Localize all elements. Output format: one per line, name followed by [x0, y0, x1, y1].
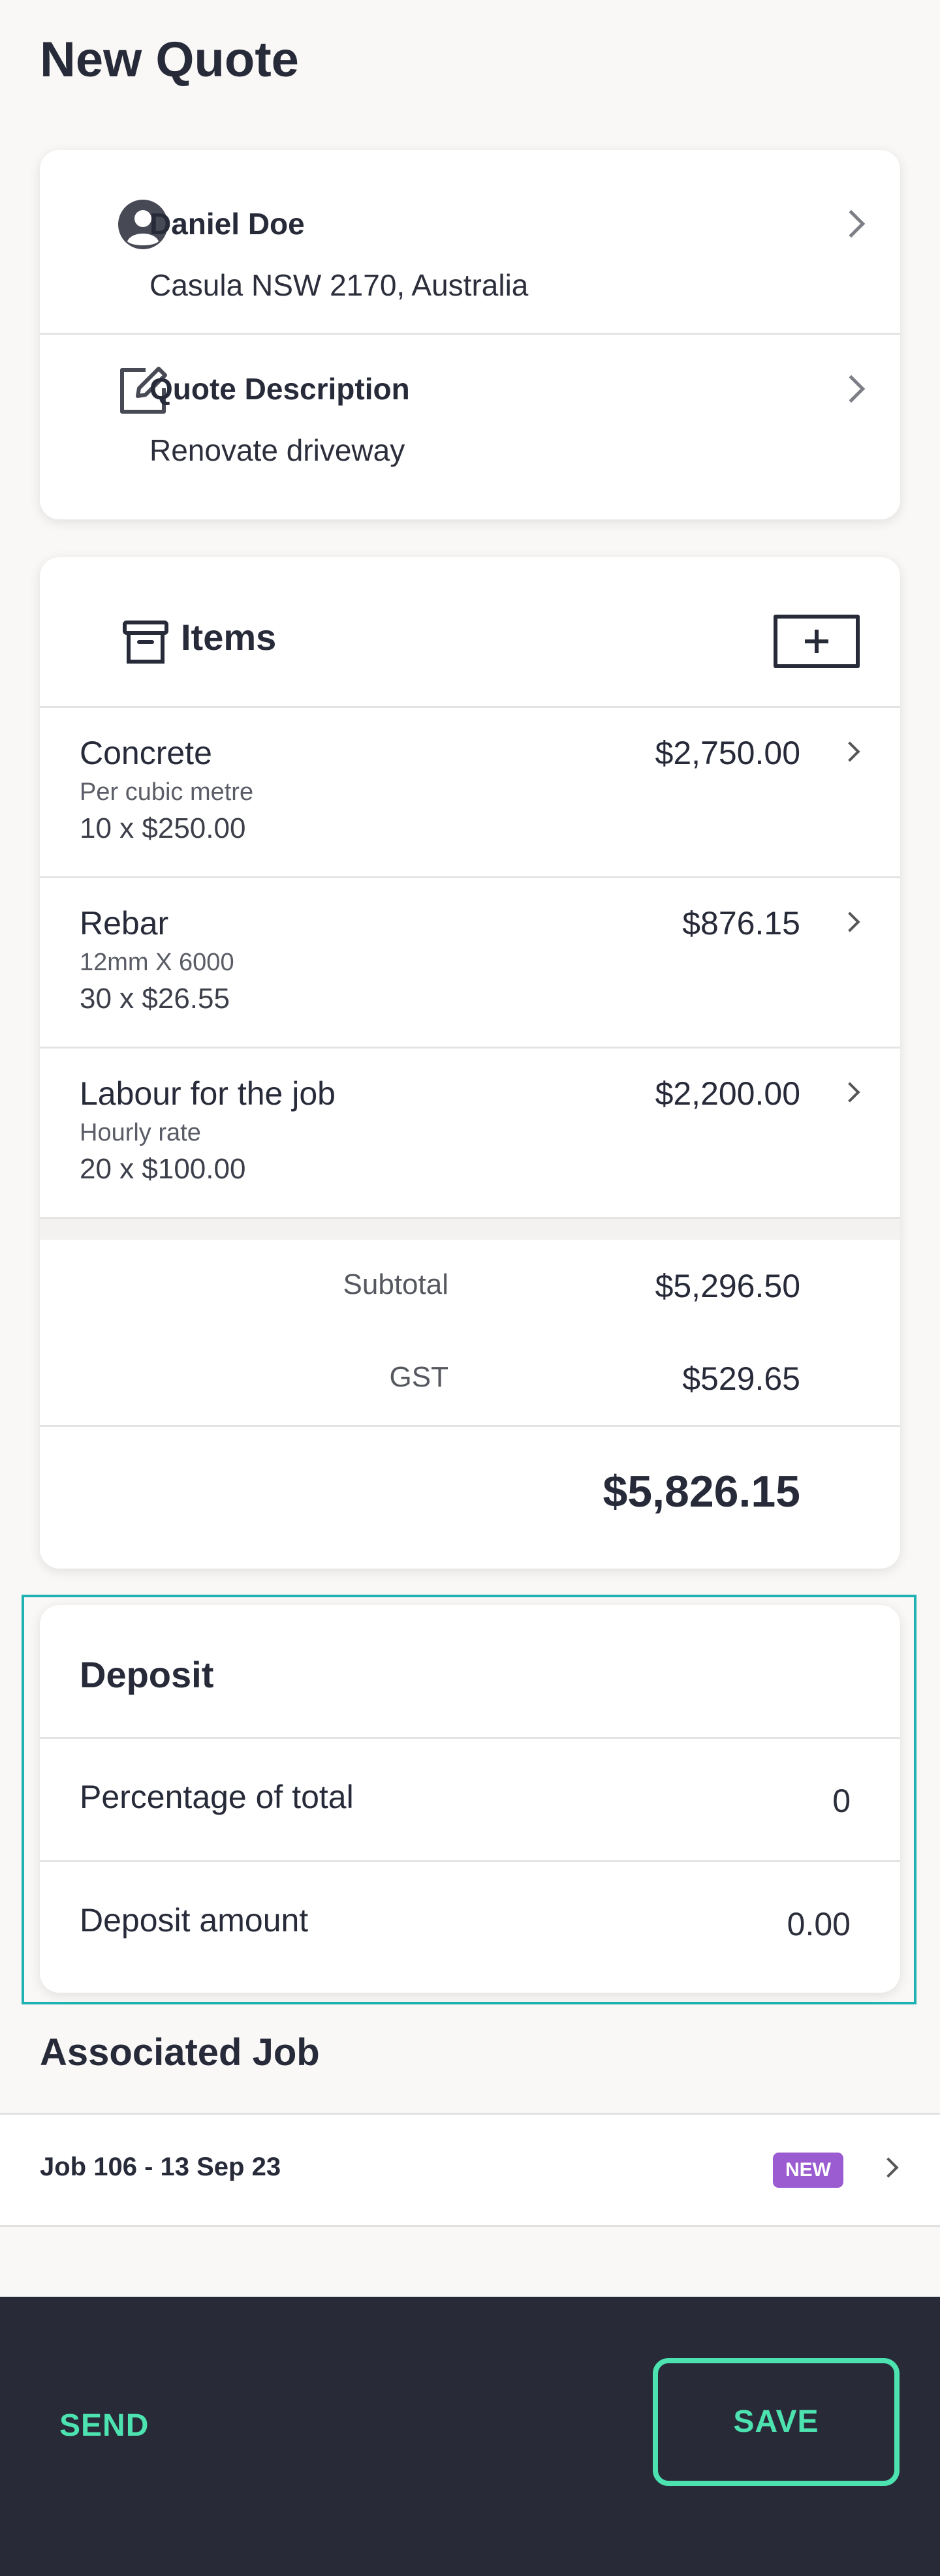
customer-address: Casula NSW 2170, Australia: [149, 268, 529, 302]
item-quantity: 20 x $100.00: [80, 1153, 246, 1185]
deposit-title: Deposit: [80, 1654, 214, 1695]
item-total: $2,750.00: [655, 735, 800, 771]
subtotal-value: $5,296.50: [655, 1268, 800, 1304]
item-quantity: 10 x $250.00: [80, 812, 246, 844]
item-name: Labour for the job: [80, 1075, 336, 1112]
totals-separator: [40, 1219, 900, 1240]
associated-job-row[interactable]: Job 106 - 13 Sep 23 NEW: [0, 2113, 940, 2227]
items-title: Items: [181, 617, 277, 658]
item-unit: Per cubic metre: [80, 778, 254, 806]
gst-label: GST: [389, 1361, 448, 1393]
deposit-percentage-input[interactable]: 0: [832, 1782, 851, 1820]
chevron-right-icon: [839, 912, 860, 932]
customer-row[interactable]: Daniel Doe Casula NSW 2170, Australia: [40, 150, 900, 333]
items-header: Items: [40, 557, 900, 706]
deposit-amount-input[interactable]: 0.00: [787, 1905, 851, 1943]
chevron-right-icon: [837, 209, 866, 238]
status-badge: NEW: [773, 2153, 843, 2188]
line-item[interactable]: Rebar 12mm X 6000 30 x $26.55 $876.15: [40, 878, 900, 1047]
item-total: $2,200.00: [655, 1075, 800, 1112]
line-item[interactable]: Labour for the job Hourly rate 20 x $100…: [40, 1049, 900, 1217]
item-unit: Hourly rate: [80, 1119, 201, 1146]
line-item[interactable]: Concrete Per cubic metre 10 x $250.00 $2…: [40, 708, 900, 876]
bottom-action-bar: SEND SAVE: [0, 2297, 940, 2576]
job-label: Job 106 - 13 Sep 23: [40, 2153, 281, 2181]
description-value: Renovate driveway: [149, 433, 405, 467]
chevron-right-icon: [839, 741, 860, 762]
associated-job-title: Associated Job: [40, 2031, 320, 2074]
deposit-percentage-row[interactable]: Percentage of total 0: [40, 1739, 900, 1860]
items-card: Items Concrete Per cubic metre 10 x $250…: [40, 557, 900, 1569]
item-total: $876.15: [682, 905, 800, 942]
item-name: Concrete: [80, 735, 212, 771]
gst-row: GST $529.65: [40, 1332, 900, 1425]
deposit-card: Deposit Percentage of total 0 Deposit am…: [40, 1605, 900, 1993]
deposit-amount-label: Deposit amount: [80, 1902, 309, 1939]
grand-total-row: $5,826.15: [40, 1427, 900, 1569]
quote-info-card: Daniel Doe Casula NSW 2170, Australia Qu…: [40, 150, 900, 519]
item-quantity: 30 x $26.55: [80, 983, 230, 1015]
chevron-right-icon: [839, 1082, 860, 1103]
subtotal-label: Subtotal: [343, 1268, 448, 1300]
save-button[interactable]: SAVE: [653, 2358, 900, 2486]
subtotal-row: Subtotal $5,296.50: [40, 1240, 900, 1332]
deposit-header: Deposit: [40, 1605, 900, 1737]
item-unit: 12mm X 6000: [80, 949, 234, 976]
item-name: Rebar: [80, 905, 169, 942]
add-item-button[interactable]: [774, 615, 860, 668]
page-title: New Quote: [40, 32, 299, 87]
archive-box-icon: [121, 617, 170, 667]
chevron-right-icon: [837, 375, 866, 403]
send-button[interactable]: SEND: [59, 2408, 149, 2444]
description-row[interactable]: Quote Description Renovate driveway: [40, 335, 900, 517]
description-label: Quote Description: [149, 372, 410, 406]
customer-name: Daniel Doe: [149, 207, 305, 241]
gst-value: $529.65: [682, 1360, 800, 1397]
deposit-percentage-label: Percentage of total: [80, 1779, 354, 1815]
chevron-right-icon: [878, 2157, 899, 2178]
deposit-amount-row[interactable]: Deposit amount 0.00: [40, 1862, 900, 1984]
grand-total: $5,826.15: [603, 1467, 800, 1516]
